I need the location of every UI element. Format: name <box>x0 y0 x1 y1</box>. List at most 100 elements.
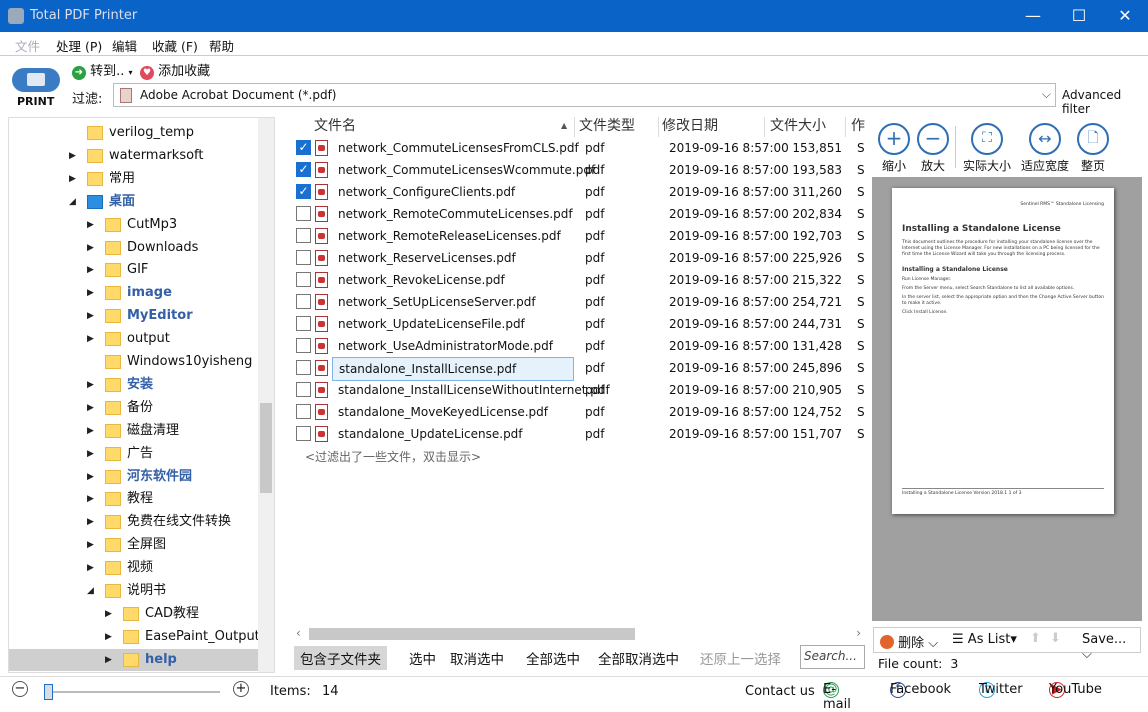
column-header[interactable]: 文件名 <box>310 117 575 137</box>
zoom-slider[interactable] <box>44 684 220 700</box>
file-list[interactable]: 文件名 文件类型 修改日期 文件大小作 ▲ ✓ network_CommuteLicense… <box>292 117 865 625</box>
select-button[interactable]: 选中 <box>409 648 436 668</box>
tree-item[interactable]: ▶ watermarksoft <box>9 145 259 167</box>
expand-arrow-icon[interactable]: ▶ <box>87 466 97 488</box>
print-label[interactable]: PRINT <box>17 95 54 108</box>
column-header[interactable]: 修改日期 <box>658 117 765 137</box>
row-checkbox[interactable] <box>296 316 311 331</box>
expand-arrow-icon[interactable]: ▶ <box>87 259 97 281</box>
save-button[interactable]: Save... ⌵ <box>1082 632 1140 662</box>
search-input[interactable]: Search... <box>800 645 865 669</box>
expand-arrow-icon[interactable]: ▶ <box>87 443 97 465</box>
row-checkbox[interactable]: ✓ <box>296 184 311 199</box>
full-page-button[interactable]: 🗋 整页 <box>1073 123 1113 174</box>
row-checkbox[interactable] <box>296 228 311 243</box>
tree-item[interactable]: ▶ output <box>9 328 259 350</box>
zoom-in-button[interactable]: − 放大 <box>913 123 953 174</box>
fit-width-button[interactable]: ↔ 适应宽度 <box>1018 123 1072 174</box>
column-header[interactable]: 作 <box>847 117 865 137</box>
tree-item[interactable]: ▶ 安装 <box>9 374 259 396</box>
tree-item[interactable]: ▶ MyEditor <box>9 305 259 327</box>
row-checkbox[interactable] <box>296 272 311 287</box>
tree-item[interactable]: Windows10yisheng <box>9 351 259 373</box>
file-row[interactable]: network_RevokeLicense.pdf pdf 2019-09-16 8… <box>292 269 865 291</box>
row-checkbox[interactable] <box>296 294 311 309</box>
zoom-in-icon[interactable]: + <box>233 681 249 697</box>
tree-item[interactable]: ▶ 教程 <box>9 488 259 510</box>
expand-arrow-icon[interactable]: ▶ <box>87 397 97 419</box>
menu-edit[interactable]: 编辑 <box>112 36 137 55</box>
tree-item[interactable]: ▶ 磁盘清理 <box>9 420 259 442</box>
row-checkbox[interactable] <box>296 404 311 419</box>
tree-item[interactable]: ▶ Downloads <box>9 237 259 259</box>
expand-arrow-icon[interactable]: ▶ <box>87 534 97 556</box>
contact-us-link[interactable]: Contact us <box>745 684 815 699</box>
deselect-button[interactable]: 取消选中 <box>450 648 504 668</box>
delete-button[interactable]: 删除 ⌵ <box>880 632 938 651</box>
menu-help[interactable]: 帮助 <box>209 36 234 55</box>
list-hscrollbar[interactable]: ‹ › <box>292 626 865 642</box>
expand-arrow-icon[interactable]: ◢ <box>69 191 79 213</box>
expand-arrow-icon[interactable]: ▶ <box>87 420 97 442</box>
expand-arrow-icon[interactable]: ▶ <box>87 557 97 579</box>
advanced-filter-link[interactable]: Advanced filter <box>1062 88 1148 116</box>
tree-item[interactable]: ▶ 备份 <box>9 397 259 419</box>
menu-file[interactable]: 文件 <box>15 36 40 55</box>
tree-item[interactable]: verilog_temp <box>9 122 259 144</box>
column-header[interactable]: 文件大小 <box>766 117 846 137</box>
expand-arrow-icon[interactable]: ▶ <box>87 282 97 304</box>
expand-arrow-icon[interactable]: ▶ <box>105 626 115 648</box>
zoom-out-icon[interactable]: − <box>12 681 28 697</box>
row-checkbox[interactable] <box>296 206 311 221</box>
expand-arrow-icon[interactable]: ▶ <box>87 214 97 236</box>
add-favorite-button[interactable]: ♥ 添加收藏 <box>140 60 210 80</box>
expand-arrow-icon[interactable]: ▶ <box>69 145 79 167</box>
as-list-button[interactable]: ☰ As List▾ <box>952 632 1017 647</box>
tree-item[interactable]: ▶ 视频 <box>9 557 259 579</box>
tree-scrollbar[interactable] <box>258 118 274 672</box>
file-row[interactable]: standalone_InstallLicenseWithoutInternet… <box>292 379 865 401</box>
tree-item[interactable]: ▶ CutMp3 <box>9 214 259 236</box>
row-checkbox[interactable] <box>296 338 311 353</box>
row-checkbox[interactable]: ✓ <box>296 140 311 155</box>
tree-item[interactable]: ▶ image <box>9 282 259 304</box>
tree-item[interactable]: ▶ 全屏图 <box>9 534 259 556</box>
expand-arrow-icon[interactable]: ▶ <box>87 328 97 350</box>
tree-item[interactable]: ▶ help <box>9 648 259 671</box>
file-row[interactable]: ✓ network_ConfigureClients.pdf pdf 2019-09-… <box>292 181 865 203</box>
expand-arrow-icon[interactable]: ▶ <box>105 603 115 625</box>
tree-item[interactable]: ▶ CAD教程 <box>9 603 259 625</box>
row-checkbox[interactable] <box>296 382 311 397</box>
file-row[interactable]: network_RemoteReleaseLicenses.pdf pdf 2019… <box>292 225 865 247</box>
expand-arrow-icon[interactable]: ▶ <box>105 649 115 671</box>
deselect-all-button[interactable]: 全部取消选中 <box>598 648 679 668</box>
expand-arrow-icon[interactable]: ▶ <box>87 374 97 396</box>
expand-arrow-icon[interactable]: ▶ <box>87 237 97 259</box>
move-up-icon[interactable]: ⬆ <box>1030 631 1041 646</box>
row-checkbox[interactable]: ✓ <box>296 162 311 177</box>
expand-arrow-icon[interactable]: ▶ <box>87 488 97 510</box>
filtered-note[interactable]: <过滤出了一些文件，双击显示> <box>305 448 481 465</box>
zoom-out-button[interactable]: + 缩小 <box>874 123 914 174</box>
row-checkbox[interactable] <box>296 250 311 265</box>
expand-arrow-icon[interactable]: ▶ <box>87 305 97 327</box>
column-header[interactable]: 文件类型 <box>575 117 659 137</box>
file-row[interactable]: standalone_MoveKeyedLicense.pdf pdf 2019-0… <box>292 401 865 423</box>
file-row[interactable]: standalone_UpdateLicense.pdf pdf 2019-09-1… <box>292 423 865 445</box>
move-down-icon[interactable]: ⬇ <box>1050 631 1061 646</box>
tree-item[interactable]: ▶ 河东软件园 <box>9 466 259 488</box>
file-row[interactable]: network_UseAdministratorMode.pdf pdf 2019-… <box>292 335 865 357</box>
maximize-button[interactable]: ☐ <box>1056 0 1102 32</box>
tree-item[interactable]: ▶ 常用 <box>9 168 259 190</box>
expand-arrow-icon[interactable]: ▶ <box>69 168 79 190</box>
folder-tree[interactable]: verilog_temp ▶ watermarksoft ▶ 常用 ◢ 桌面 ▶ CutMp3 ▶… <box>8 117 275 673</box>
file-row[interactable]: network_RemoteCommuteLicenses.pdf pdf 2019… <box>292 203 865 225</box>
menu-process[interactable]: 处理 (P) <box>56 36 102 55</box>
row-checkbox[interactable] <box>296 426 311 441</box>
tree-item[interactable]: ▶ 广告 <box>9 443 259 465</box>
include-subfolders-toggle[interactable]: 包含子文件夹 <box>294 646 387 670</box>
expand-arrow-icon[interactable]: ▶ <box>87 511 97 533</box>
filter-select[interactable]: Adobe Acrobat Document (*.pdf) ⌵ <box>113 83 1056 107</box>
row-checkbox[interactable] <box>296 360 311 375</box>
file-row[interactable]: network_UpdateLicenseFile.pdf pdf 2019-09-… <box>292 313 865 335</box>
